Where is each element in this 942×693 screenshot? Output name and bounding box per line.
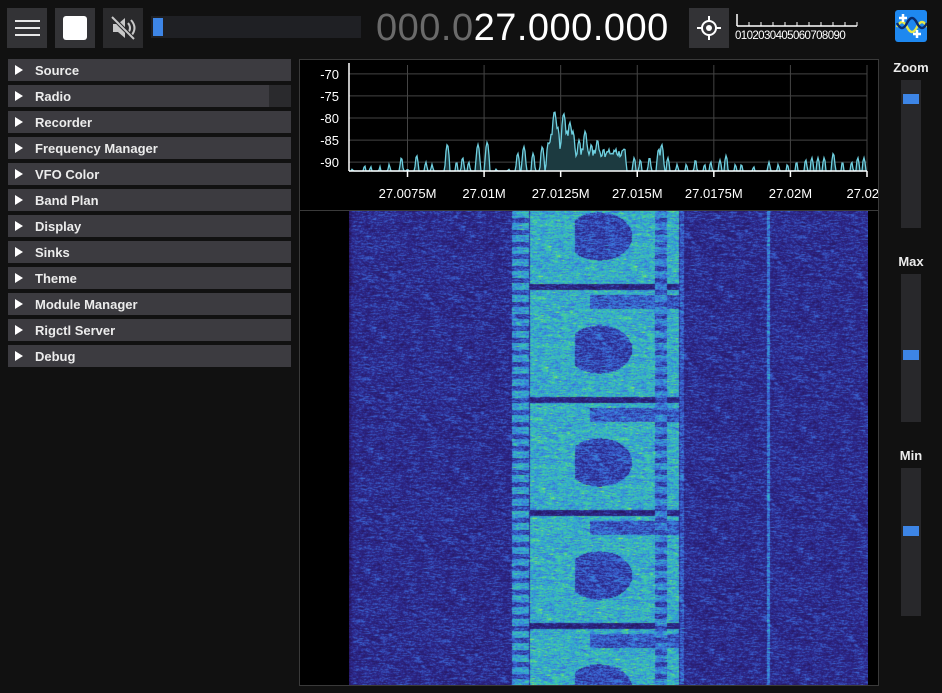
snr-meter: 0102030405060708090 [735, 12, 860, 46]
max-slider-label: Max [898, 254, 924, 269]
expand-arrow-icon [15, 195, 23, 205]
volume-slider[interactable] [151, 16, 361, 38]
fft-x-axis: 27.0075M 27.01M 27.0125M 27.015M 27.0175M 27.… [379, 186, 878, 201]
crosshair-target-icon [697, 16, 721, 40]
x-tick-label: 27.01M [462, 186, 505, 201]
expand-arrow-icon [15, 247, 23, 257]
sidebar-item-label: Source [35, 62, 80, 78]
menu-button[interactable] [7, 8, 47, 48]
center-tuning-button[interactable] [689, 8, 729, 48]
sidebar-item-label: Sinks [35, 244, 70, 260]
y-tick-label: -85 [320, 133, 339, 148]
frequency-leading-digits[interactable]: 000.0 [376, 7, 474, 49]
sidebar-item-label: Recorder [35, 114, 93, 130]
stop-square-icon [63, 16, 87, 40]
volume-slider-fill [153, 18, 163, 36]
sidebar-item-recorder[interactable]: Recorder [8, 111, 291, 133]
hamburger-menu-icon [14, 15, 40, 41]
expand-arrow-icon [15, 91, 23, 101]
waterfall-display[interactable] [349, 211, 868, 685]
y-tick-label: -70 [320, 67, 339, 82]
sidebar-item-radio[interactable]: Radio [8, 85, 291, 107]
sidebar-item-display[interactable]: Display [8, 215, 291, 237]
sdrpp-logo-icon[interactable] [895, 10, 927, 42]
mute-button[interactable] [103, 8, 143, 48]
sidebar-item-label: Display [35, 218, 82, 234]
sidebar-item-label: Debug [35, 348, 76, 364]
expand-arrow-icon [15, 143, 23, 153]
snr-meter-labels: 0102030405060708090 [735, 30, 846, 42]
zoom-slider[interactable] [901, 80, 921, 228]
x-tick-label: 27.02M [769, 186, 812, 201]
sidebar-item-debug[interactable]: Debug [8, 345, 291, 367]
x-tick-label: 27.0175M [685, 186, 743, 201]
sidebar-item-label: Frequency Manager [35, 140, 158, 156]
zoom-slider-label: Zoom [893, 60, 929, 75]
frequency-display[interactable]: 000.027.000.000 [376, 6, 669, 50]
fft-spectrum-chart[interactable]: -70-75-80-85-90 27.0075M 27.01M 27.0125M 27… [300, 60, 878, 210]
sidebar-item-vfo-color[interactable]: VFO Color [8, 163, 291, 185]
x-tick-label: 27.0125M [532, 186, 590, 201]
expand-arrow-icon [15, 351, 23, 361]
x-tick-label: 27.0075M [379, 186, 437, 201]
sidebar-item-sinks[interactable]: Sinks [8, 241, 291, 263]
min-slider-label: Min [899, 448, 923, 463]
min-slider-handle[interactable] [903, 525, 919, 536]
sidebar-item-source[interactable]: Source [8, 59, 291, 81]
sidebar-item-label: Radio [35, 88, 72, 104]
expand-arrow-icon [15, 169, 23, 179]
expand-arrow-icon [15, 221, 23, 231]
max-slider-handle[interactable] [903, 349, 919, 360]
min-slider[interactable] [901, 468, 921, 616]
sidebar-item-label: Theme [35, 270, 77, 286]
max-slider[interactable] [901, 274, 921, 422]
frequency-significant-digits[interactable]: 27.000.000 [474, 7, 669, 49]
expand-arrow-icon [15, 273, 23, 283]
speaker-muted-icon [110, 15, 136, 41]
y-tick-label: -75 [320, 89, 339, 104]
x-tick-label: 27.015M [612, 186, 663, 201]
sidebar-item-module-manager[interactable]: Module Manager [8, 293, 291, 315]
expand-arrow-icon [15, 299, 23, 309]
sidebar-item-label: Module Manager [35, 296, 138, 312]
y-tick-label: -80 [320, 111, 339, 126]
x-tick-label: 27.0225 [847, 186, 879, 201]
snr-meter-scale [736, 14, 858, 27]
sidebar-item-frequency-manager[interactable]: Frequency Manager [8, 137, 291, 159]
sidebar-item-label: VFO Color [35, 166, 100, 182]
spectrum-panel[interactable]: -70 -75 -80 -85 -90 27.0075M 27.01M 27.0125M 27… [299, 59, 879, 686]
zoom-slider-handle[interactable] [903, 93, 919, 104]
expand-arrow-icon [15, 325, 23, 335]
fft-y-axis: -70 -75 -80 -85 -90 [320, 67, 339, 170]
sidebar-item-theme[interactable]: Theme [8, 267, 291, 289]
expand-arrow-icon [15, 65, 23, 75]
sidebar-item-rigctl-server[interactable]: Rigctl Server [8, 319, 291, 341]
sidebar-menu: Source Radio Recorder Frequency Manager … [8, 59, 291, 371]
sdr-app-window: 000.027.000.000 0102030405060708090 Sour [0, 0, 942, 693]
y-tick-label: -90 [320, 155, 339, 170]
sidebar-item-band-plan[interactable]: Band Plan [8, 189, 291, 211]
sidebar-item-label: Band Plan [35, 192, 99, 208]
play-stop-button[interactable] [55, 8, 95, 48]
sidebar-item-label: Rigctl Server [35, 322, 116, 338]
expand-arrow-icon [15, 117, 23, 127]
